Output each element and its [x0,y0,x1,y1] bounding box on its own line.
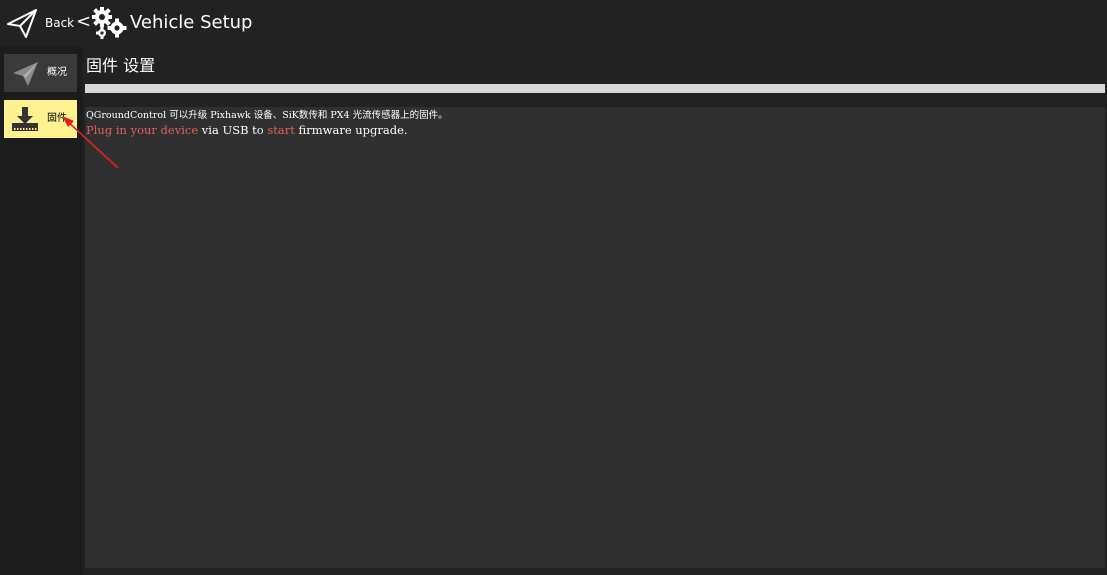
paper-plane-icon [13,62,38,86]
paper-plane-icon[interactable] [6,7,38,39]
log-text: via USB to [198,123,268,137]
log-warning-text: Plug in your device [86,123,199,137]
gears-icon [92,7,127,39]
log-text: firmware upgrade. [294,123,408,137]
log-warning-text: start [267,123,295,137]
top-toolbar: Back < Vehicle Setup [0,0,1107,46]
chevron-left-icon: < [76,11,92,32]
section-heading: 固件 设置 [86,56,156,75]
sidebar-item-firmware[interactable]: 固件 [4,100,77,138]
page-title: Vehicle Setup [130,12,253,33]
firmware-log-panel: QGroundControl 可以升级 Pixhawk 设备、SiK数传和 PX… [85,107,1105,568]
back-button[interactable]: Back [45,15,74,31]
sidebar-item-label: 概况 [47,67,67,78]
sidebar-item-summary[interactable]: 概况 [4,54,77,92]
progress-bar [85,84,1105,93]
download-icon [12,107,38,131]
sidebar: 概况 固件 [0,46,82,575]
log-line: QGroundControl 可以升级 Pixhawk 设备、SiK数传和 PX… [86,110,448,121]
sidebar-item-label: 固件 [47,113,67,124]
log-line: Plug in your device via USB to start fir… [86,123,408,138]
